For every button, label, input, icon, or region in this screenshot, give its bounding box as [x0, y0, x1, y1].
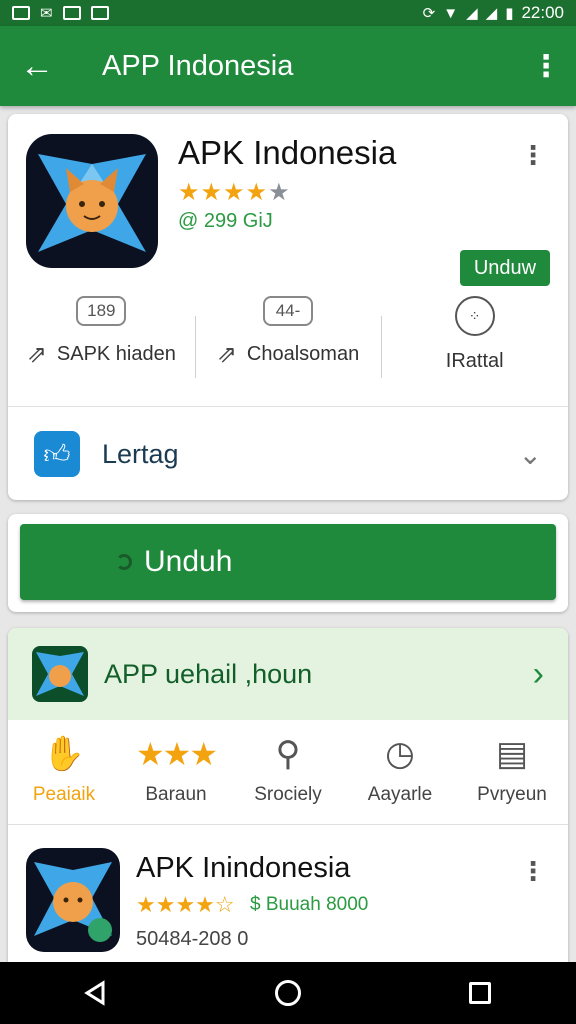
recents-square-icon	[469, 982, 491, 1004]
category-top[interactable]: ★★★ Baraun	[120, 728, 232, 824]
divider	[8, 406, 568, 407]
category-label: Baraun	[145, 784, 207, 805]
stat-label: Choalsoman	[246, 343, 360, 365]
category-featured[interactable]: ✋ Peaiaik	[8, 728, 120, 824]
stat-item[interactable]: 189 ⇗ SAPK hiaden	[8, 296, 195, 376]
detail-app-icon	[32, 646, 88, 702]
chevron-down-icon: ⌄	[518, 438, 542, 470]
clock-icon: ◷	[385, 735, 415, 773]
search-icon: ⚲	[275, 735, 301, 773]
notification-icon: ✉	[40, 4, 53, 22]
image-icon	[62, 6, 81, 20]
category-reviews[interactable]: ▤ Pvryeun	[456, 728, 568, 824]
category-tabs: ✋ Peaiaik ★★★ Baraun ⚲ Srociely ◷ Aayarl…	[8, 728, 568, 824]
category-label: Peaiaik	[32, 784, 96, 805]
install-button[interactable]: Unduw	[460, 250, 550, 286]
message-icon: ▤	[495, 735, 529, 773]
category-recent[interactable]: ◷ Aayarle	[344, 728, 456, 824]
chart-icon	[90, 6, 109, 20]
share-icon: ⇗	[216, 341, 237, 368]
chevron-right-icon: ›	[532, 654, 544, 693]
wifi-icon: ▼	[443, 4, 459, 22]
stat-label: IRattal	[445, 350, 504, 372]
rating-stars: ★★★★	[178, 179, 269, 206]
status-left-icons: ✉	[12, 6, 109, 21]
nfc-icon: ⟳	[422, 4, 436, 22]
stat-badge: 189	[76, 296, 127, 326]
app2-price: $ Buuah 8000	[250, 894, 369, 915]
download-button-label: Unduh	[144, 545, 233, 578]
more-vert-icon: ⋮	[531, 49, 561, 83]
divider	[8, 824, 568, 825]
app-logo-icon	[26, 134, 158, 268]
stat-item[interactable]: ⁘ IRattal	[381, 296, 568, 378]
rating-half-star: ★	[268, 179, 291, 206]
system-nav-bar	[0, 962, 576, 1024]
category-label: Srociely	[254, 784, 322, 805]
download-card: Unduh	[8, 514, 568, 612]
app2-menu-button[interactable]: ⋮	[520, 856, 546, 887]
category-label: Pvryeun	[477, 784, 547, 805]
nav-back-button[interactable]	[66, 968, 126, 1018]
stat-item[interactable]: 44- ⇗ Choalsoman	[194, 296, 382, 378]
app2-logo-icon	[26, 848, 120, 952]
share-icon: ⇗	[26, 341, 47, 368]
status-time: 22:00	[521, 3, 564, 22]
nav-home-button[interactable]	[258, 968, 318, 1018]
star-icon: ★★★	[135, 736, 218, 772]
details-card: APP uehail ,houn › ✋ Peaiaik ★★★ Baraun …	[8, 628, 568, 988]
status-right-icons: ⟳ ▼ ◢ ◢ ▮ 22:00	[423, 3, 564, 23]
thumbs-up-icon: 👍︎	[34, 431, 80, 477]
app-size: @ 299 GiJ	[178, 210, 273, 232]
app2-name: APK Inindonesia	[136, 852, 351, 884]
stat-label: SAPK hiaden	[56, 343, 176, 365]
back-button[interactable]: ←	[0, 26, 74, 106]
nav-recents-button[interactable]	[450, 968, 510, 1018]
home-circle-icon	[275, 980, 301, 1006]
category-search[interactable]: ⚲ Srociely	[232, 728, 344, 824]
category-label: Lertag	[102, 438, 179, 469]
app-bar-title: APP Indonesia	[102, 49, 294, 82]
arrow-left-icon: ←	[20, 46, 54, 85]
app-header-card: APK Indonesia ⋮ ★★★★★ @ 299 GiJ Unduw 18…	[8, 114, 568, 500]
category-label: Aayarle	[367, 784, 433, 805]
app2-count: 50484-208 0	[136, 928, 249, 950]
app-bar: ← APP Indonesia ⋮	[0, 26, 576, 106]
stats-row: 189 ⇗ SAPK hiaden 44- ⇗ Choalsoman ⁘ IRa…	[8, 296, 568, 378]
signal-icon: ◢	[466, 4, 478, 22]
dots-circle-icon: ⁘	[454, 296, 495, 336]
loading-spinner-icon	[116, 554, 132, 570]
download-button[interactable]: Unduh	[20, 524, 556, 600]
app2-rating: ★★★★☆	[136, 892, 235, 917]
category-row[interactable]: 👍︎ Lertag ⌄	[8, 408, 568, 500]
triangle-back-icon	[84, 980, 105, 1006]
status-bar: ✉ ⟳ ▼ ◢ ◢ ▮ 22:00	[0, 0, 576, 26]
thumb-icon: ✋	[42, 735, 86, 773]
app-menu-button[interactable]: ⋮	[520, 140, 546, 171]
battery-icon: ▮	[505, 4, 514, 22]
sim-icon	[12, 6, 30, 20]
stat-badge: 44-	[263, 296, 313, 326]
detail-label: APP uehail ,houn	[104, 658, 313, 689]
overflow-menu-button[interactable]: ⋮	[516, 26, 576, 106]
app-rating: ★★★★★	[178, 178, 291, 207]
app-name: APK Indonesia	[178, 134, 397, 171]
detail-row[interactable]: APP uehail ,houn ›	[8, 628, 568, 720]
signal-icon: ◢	[485, 4, 498, 22]
